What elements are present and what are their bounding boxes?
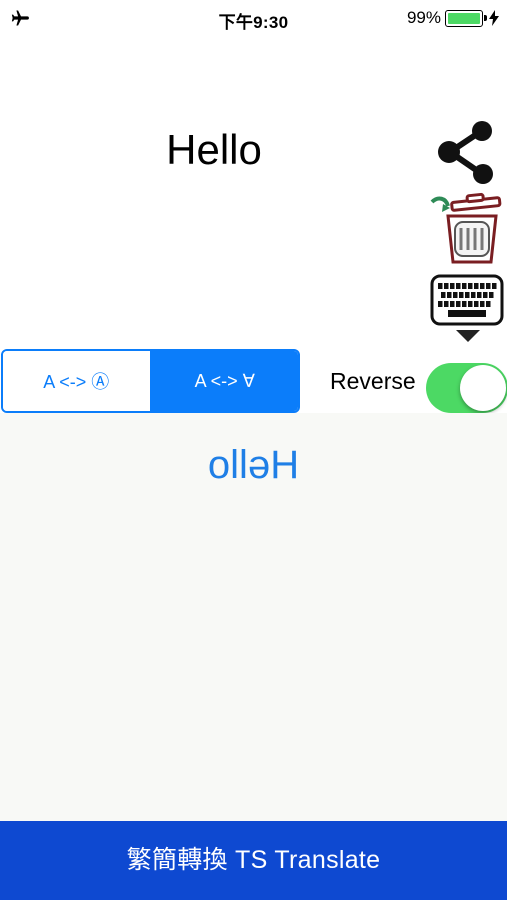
keyboard-icon[interactable] [430,274,506,346]
keyboard-key [456,301,461,307]
toggle-knob [460,365,506,411]
keyboard-key [456,283,461,289]
keyboard-key [444,301,449,307]
mode-circled-letters[interactable]: A <-> Ⓐ [3,351,152,411]
battery-icon [445,10,487,27]
keyboard-key [471,292,476,298]
keyboard-key [453,292,458,298]
output-panel: olləH [0,413,507,821]
keyboard-key [441,292,446,298]
battery-percent: 99% [406,8,441,27]
keyboard-key [450,283,455,289]
reverse-label: Reverse [330,368,416,394]
keyboard-key [468,301,473,307]
mode-upside-down[interactable]: A <-> ∀ [151,351,298,411]
keyboard-key [438,301,443,307]
keyboard-key [480,283,485,289]
trash-icon[interactable] [428,192,504,266]
status-bar: 下午9:30 99% [0,0,507,36]
keyboard-key [474,283,479,289]
reverse-toggle[interactable] [426,363,507,413]
keyboard-key [462,283,467,289]
output-text[interactable]: olləH [0,443,507,488]
app-title-bar: 繁簡轉換 TS Translate [0,821,507,900]
keyboard-key [486,283,491,289]
keyboard-key [468,283,473,289]
keyboard-spacebar [448,310,486,317]
keyboard-key [483,292,488,298]
keyboard-key [492,283,497,289]
keyboard-key [450,301,455,307]
keyboard-key [477,292,482,298]
keyboard-key [459,292,464,298]
keyboard-key [474,301,479,307]
keyboard-key [447,292,452,298]
keyboard-key [444,283,449,289]
keyboard-key [462,301,467,307]
input-text[interactable]: Hello [0,126,428,174]
keyboard-key [486,301,491,307]
keyboard-key [480,301,485,307]
share-icon[interactable] [436,118,496,186]
charging-bolt-icon [489,10,499,26]
keyboard-key [489,292,494,298]
keyboard-key [465,292,470,298]
conversion-mode-selector: A <-> Ⓐ A <-> ∀ [1,349,300,413]
keyboard-key [438,283,443,289]
